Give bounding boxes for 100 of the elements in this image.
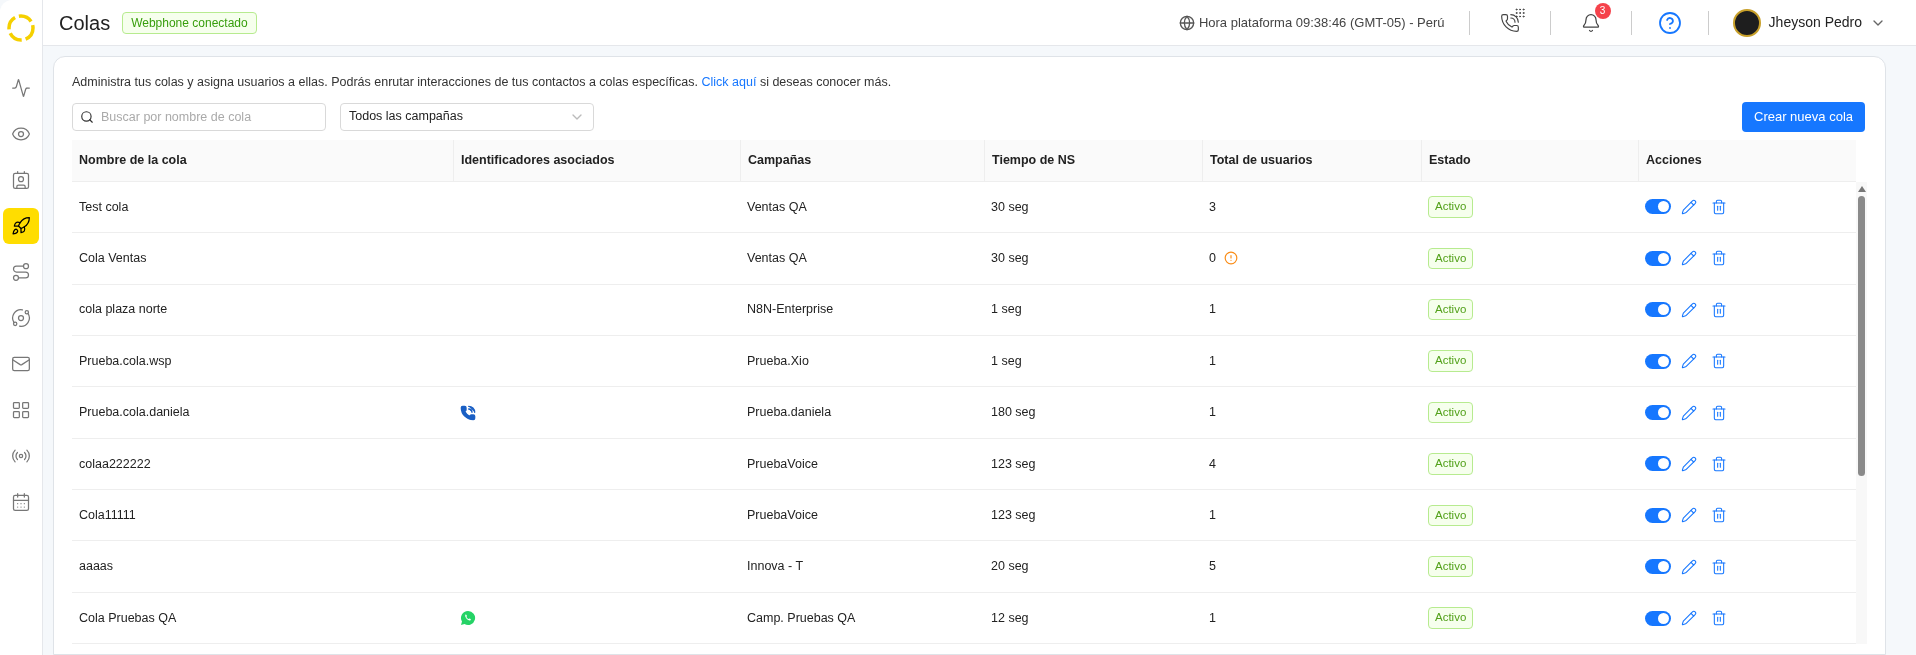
delete-button[interactable] (1711, 353, 1727, 370)
table-cell-text: 1 seg (990, 352, 1023, 370)
edit-button[interactable] (1681, 198, 1697, 215)
edit-button[interactable] (1681, 507, 1697, 524)
table-cell-text: 1 (1209, 352, 1216, 370)
edit-button[interactable] (1681, 610, 1697, 627)
table-cell-text: Innova - T (746, 558, 805, 576)
toggle-switch[interactable] (1645, 405, 1671, 420)
pencil-icon (1681, 301, 1697, 318)
table-cell-text: Ventas QA (746, 249, 808, 267)
toggle-switch[interactable] (1645, 507, 1671, 523)
table-cell-text: colaa222222 (78, 455, 152, 473)
pencil-icon (1681, 198, 1697, 215)
edit-button[interactable] (1681, 250, 1697, 267)
table-cell-text: 20 seg (990, 558, 1030, 576)
webphone-status-badge: Webphone conectado (122, 11, 257, 34)
delete-button[interactable] (1711, 455, 1727, 472)
pencil-icon (1681, 250, 1697, 267)
delete-button[interactable] (1711, 198, 1727, 215)
table-cell-text: 4 (1209, 455, 1216, 473)
edit-button[interactable] (1681, 301, 1697, 318)
user-menu-button[interactable]: Jheyson Pedro (1732, 8, 1886, 37)
calendar-icon (11, 492, 31, 512)
toggle-switch[interactable] (1645, 353, 1671, 369)
column-header: Campañas (748, 151, 812, 169)
table-cell-text: Camp. Pruebas QA (746, 609, 857, 627)
edit-button[interactable] (1681, 455, 1697, 472)
edit-button[interactable] (1681, 558, 1697, 575)
table-cell-text: 123 seg (990, 455, 1037, 473)
delete-button[interactable] (1711, 558, 1727, 575)
table-cell-text: aaaas (78, 558, 115, 576)
table-cell-text: 1 (1209, 301, 1216, 319)
create-queue-button[interactable]: Crear nueva cola (1742, 101, 1865, 132)
edit-button[interactable] (1681, 353, 1697, 370)
table-cell-text: Prueba.daniela (746, 404, 833, 422)
table-cell-text: Prueba.Xio (746, 352, 810, 370)
edit-button[interactable] (1681, 404, 1697, 421)
apps-icon (11, 400, 31, 420)
table-cell-text: PruebaVoice (746, 506, 819, 524)
table-cell-text: Test cola (78, 198, 130, 216)
status-badge: Activo (1428, 299, 1474, 321)
table-cell-text: PruebaVoice (746, 455, 819, 473)
table-cell-text: cola plaza norte (78, 301, 169, 319)
click-here-link[interactable]: Click aquí (701, 75, 757, 89)
logo-icon (5, 12, 37, 44)
pencil-icon (1681, 610, 1697, 627)
status-badge: Activo (1428, 556, 1474, 578)
pencil-icon (1681, 404, 1697, 421)
page-title: Colas (59, 10, 111, 36)
help-icon (1657, 10, 1682, 35)
toggle-switch[interactable] (1645, 302, 1671, 318)
toggle-switch[interactable] (1645, 610, 1671, 626)
delete-button[interactable] (1711, 610, 1727, 627)
pencil-icon (1681, 353, 1697, 370)
search-icon (80, 109, 94, 124)
notification-count-badge: 3 (1594, 2, 1611, 19)
column-header: Tiempo de NS (992, 151, 1076, 169)
status-badge: Activo (1428, 247, 1474, 269)
table-cell-text: 180 seg (990, 404, 1037, 422)
trash-icon (1711, 610, 1727, 627)
intro-text: Administra tus colas y asigna usuarios a ellas. Podrás enrutar interacciones de tus contactos a colas específicas. Click aquí si deseas conocer más. (72, 74, 893, 91)
table-cell-text: Prueba.cola.daniela (78, 404, 191, 422)
delete-button[interactable] (1711, 301, 1727, 318)
chat-bubble-icon (460, 610, 476, 627)
table-cell-text: 1 seg (990, 301, 1023, 319)
trash-icon (1711, 404, 1727, 421)
table-cell-text: Cola Ventas (78, 249, 148, 267)
route-icon (11, 262, 31, 282)
toggle-switch[interactable] (1645, 250, 1671, 266)
table-cell-text: 1 (1209, 404, 1216, 422)
toggle-switch[interactable] (1645, 559, 1671, 575)
activity-icon (11, 78, 31, 98)
bell-icon (1580, 12, 1601, 33)
toggle-switch[interactable] (1645, 456, 1671, 472)
pencil-icon (1681, 558, 1697, 575)
trash-icon (1711, 507, 1727, 524)
column-header: Identificadores asociados (461, 151, 615, 169)
table-cell-text: 0 (1209, 249, 1216, 267)
search-field[interactable]: Buscar por nombre de cola (72, 102, 326, 131)
contact-icon (11, 170, 31, 190)
column-header: Acciones (1646, 151, 1702, 169)
phone-icon (1499, 12, 1520, 33)
dialpad-icon (1513, 6, 1526, 19)
trash-icon (1711, 353, 1727, 370)
table-cell-text: 1 (1209, 506, 1216, 524)
delete-button[interactable] (1711, 404, 1727, 421)
trash-icon (1711, 558, 1727, 575)
table-cell-text: 1 (1209, 609, 1216, 627)
table-cell-text: 5 (1209, 558, 1216, 576)
table-cell-text: 123 seg (990, 506, 1037, 524)
delete-button[interactable] (1711, 250, 1727, 267)
mail-icon (11, 354, 31, 374)
sidebar-nav-button[interactable] (3, 208, 39, 244)
status-badge: Activo (1428, 504, 1474, 526)
campaign-select[interactable]: Todos las campañas (340, 102, 594, 131)
status-badge: Activo (1428, 350, 1474, 372)
delete-button[interactable] (1711, 507, 1727, 524)
status-badge: Activo (1428, 453, 1474, 475)
status-badge: Activo (1428, 196, 1474, 218)
toggle-switch[interactable] (1645, 199, 1671, 215)
